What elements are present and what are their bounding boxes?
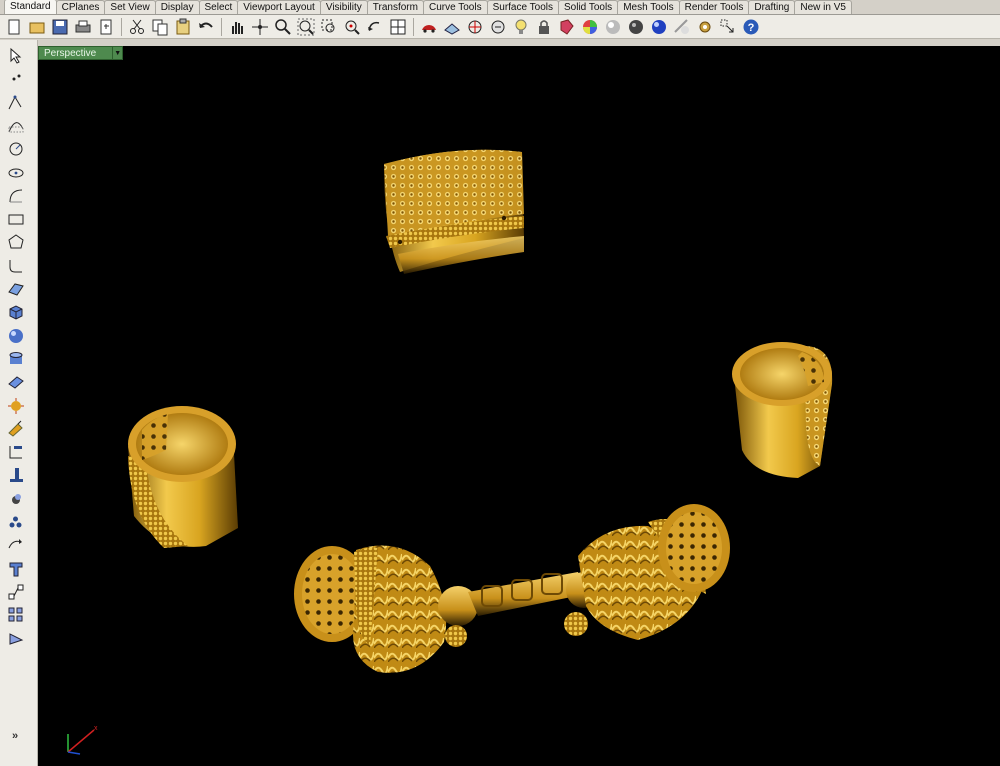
extrude-icon[interactable]	[6, 372, 26, 392]
zoom-window-icon[interactable]	[319, 17, 339, 37]
help-icon[interactable]: ?	[741, 17, 761, 37]
viewport-tab[interactable]: Perspective ▼	[38, 46, 124, 60]
tab-solid-tools[interactable]: Solid Tools	[558, 0, 619, 14]
circle-icon[interactable]	[6, 139, 26, 159]
explode-icon[interactable]	[6, 396, 26, 416]
tab-viewport-layout[interactable]: Viewport Layout	[237, 0, 321, 14]
left-toolbar: »	[0, 40, 38, 766]
cylinder-icon[interactable]	[6, 349, 26, 369]
viewport-menu-arrow-icon[interactable]: ▼	[113, 46, 124, 60]
pan-icon[interactable]	[227, 17, 247, 37]
lion-rings-chain[interactable]	[294, 504, 730, 673]
block-icon[interactable]	[6, 559, 26, 579]
tab-set-view[interactable]: Set View	[104, 0, 156, 14]
viewport-scene	[128, 149, 833, 673]
undo-view-icon[interactable]	[365, 17, 385, 37]
toolbar-separator	[221, 17, 222, 36]
rotate-icon[interactable]	[6, 512, 26, 532]
tab-cplanes[interactable]: CPlanes	[55, 0, 106, 14]
arc-icon[interactable]	[6, 186, 26, 206]
tab-drafting[interactable]: Drafting	[748, 0, 796, 14]
zoom-extents-icon[interactable]	[296, 17, 316, 37]
standard-toolbar: ?	[0, 15, 1000, 39]
undo-icon[interactable]	[196, 17, 216, 37]
print-icon[interactable]	[73, 17, 93, 37]
tab-surface-tools[interactable]: Surface Tools	[486, 0, 559, 14]
fillet-curve-icon[interactable]	[6, 256, 26, 276]
rotate-view-icon[interactable]	[250, 17, 270, 37]
viewport-title[interactable]: Perspective	[38, 46, 114, 60]
tab-mesh-tools[interactable]: Mesh Tools	[617, 0, 680, 14]
sphere-dark-icon[interactable]	[626, 17, 646, 37]
array-icon[interactable]	[6, 489, 26, 509]
paste-icon[interactable]	[173, 17, 193, 37]
toolbar-separator	[413, 17, 414, 36]
select-icon[interactable]	[488, 17, 508, 37]
text-icon[interactable]	[6, 535, 26, 555]
sphere-shaded-icon[interactable]	[603, 17, 623, 37]
dimension-icon[interactable]	[6, 442, 26, 462]
zoom-selected-icon[interactable]	[342, 17, 362, 37]
render-icon[interactable]	[672, 17, 692, 37]
distance-icon[interactable]	[6, 629, 26, 649]
point-icon[interactable]	[6, 69, 26, 89]
surface-icon[interactable]	[6, 279, 26, 299]
cplane-axis-icon: x	[67, 725, 98, 755]
tab-visibility[interactable]: Visibility	[319, 0, 368, 14]
select-arrow-icon[interactable]	[6, 46, 26, 66]
tab-render-tools[interactable]: Render Tools	[678, 0, 750, 14]
more-tools-button[interactable]: »	[12, 730, 18, 742]
new-icon[interactable]	[4, 17, 24, 37]
properties-icon[interactable]	[557, 17, 577, 37]
polygon-icon[interactable]	[6, 232, 26, 252]
toolbar-separator	[121, 17, 122, 36]
tab-standard[interactable]: Standard	[4, 0, 57, 14]
tab-display[interactable]: Display	[154, 0, 200, 14]
sphere-icon[interactable]	[6, 326, 26, 346]
box-icon[interactable]	[6, 302, 26, 322]
cplane-icon[interactable]	[442, 17, 462, 37]
polyline-icon[interactable]	[6, 93, 26, 113]
object-snap-icon[interactable]	[465, 17, 485, 37]
car-icon[interactable]	[419, 17, 439, 37]
group-icon[interactable]	[6, 465, 26, 485]
zoom-icon[interactable]	[273, 17, 293, 37]
layers-icon[interactable]	[6, 582, 26, 602]
copy-icon[interactable]	[150, 17, 170, 37]
ellipse-icon[interactable]	[6, 163, 26, 183]
options-icon[interactable]	[718, 17, 738, 37]
ring-right[interactable]	[732, 342, 833, 478]
save-icon[interactable]	[50, 17, 70, 37]
light-icon[interactable]	[511, 17, 531, 37]
four-viewports-icon[interactable]	[388, 17, 408, 37]
tab-new-in-v5[interactable]: New in V5	[794, 0, 852, 14]
boolean-icon[interactable]	[6, 419, 26, 439]
sphere-blue-icon[interactable]	[649, 17, 669, 37]
open-icon[interactable]	[27, 17, 47, 37]
lock-icon[interactable]	[534, 17, 554, 37]
cut-icon[interactable]	[127, 17, 147, 37]
import-icon[interactable]	[96, 17, 116, 37]
rectangle-icon[interactable]	[6, 209, 26, 229]
ring-left[interactable]	[128, 406, 238, 548]
snap-icon[interactable]	[6, 605, 26, 625]
toolbar-tabs: Standard CPlanes Set View Display Select View…	[0, 0, 1000, 15]
ring-top[interactable]	[384, 149, 524, 274]
tab-select[interactable]: Select	[198, 0, 239, 14]
tab-curve-tools[interactable]: Curve Tools	[422, 0, 488, 14]
curve-icon[interactable]	[6, 116, 26, 136]
color-wheel-icon[interactable]	[580, 17, 600, 37]
tab-transform[interactable]: Transform	[366, 0, 424, 14]
settings-icon[interactable]	[695, 17, 715, 37]
svg-text:?: ?	[748, 22, 755, 34]
svg-text:x: x	[94, 725, 98, 732]
